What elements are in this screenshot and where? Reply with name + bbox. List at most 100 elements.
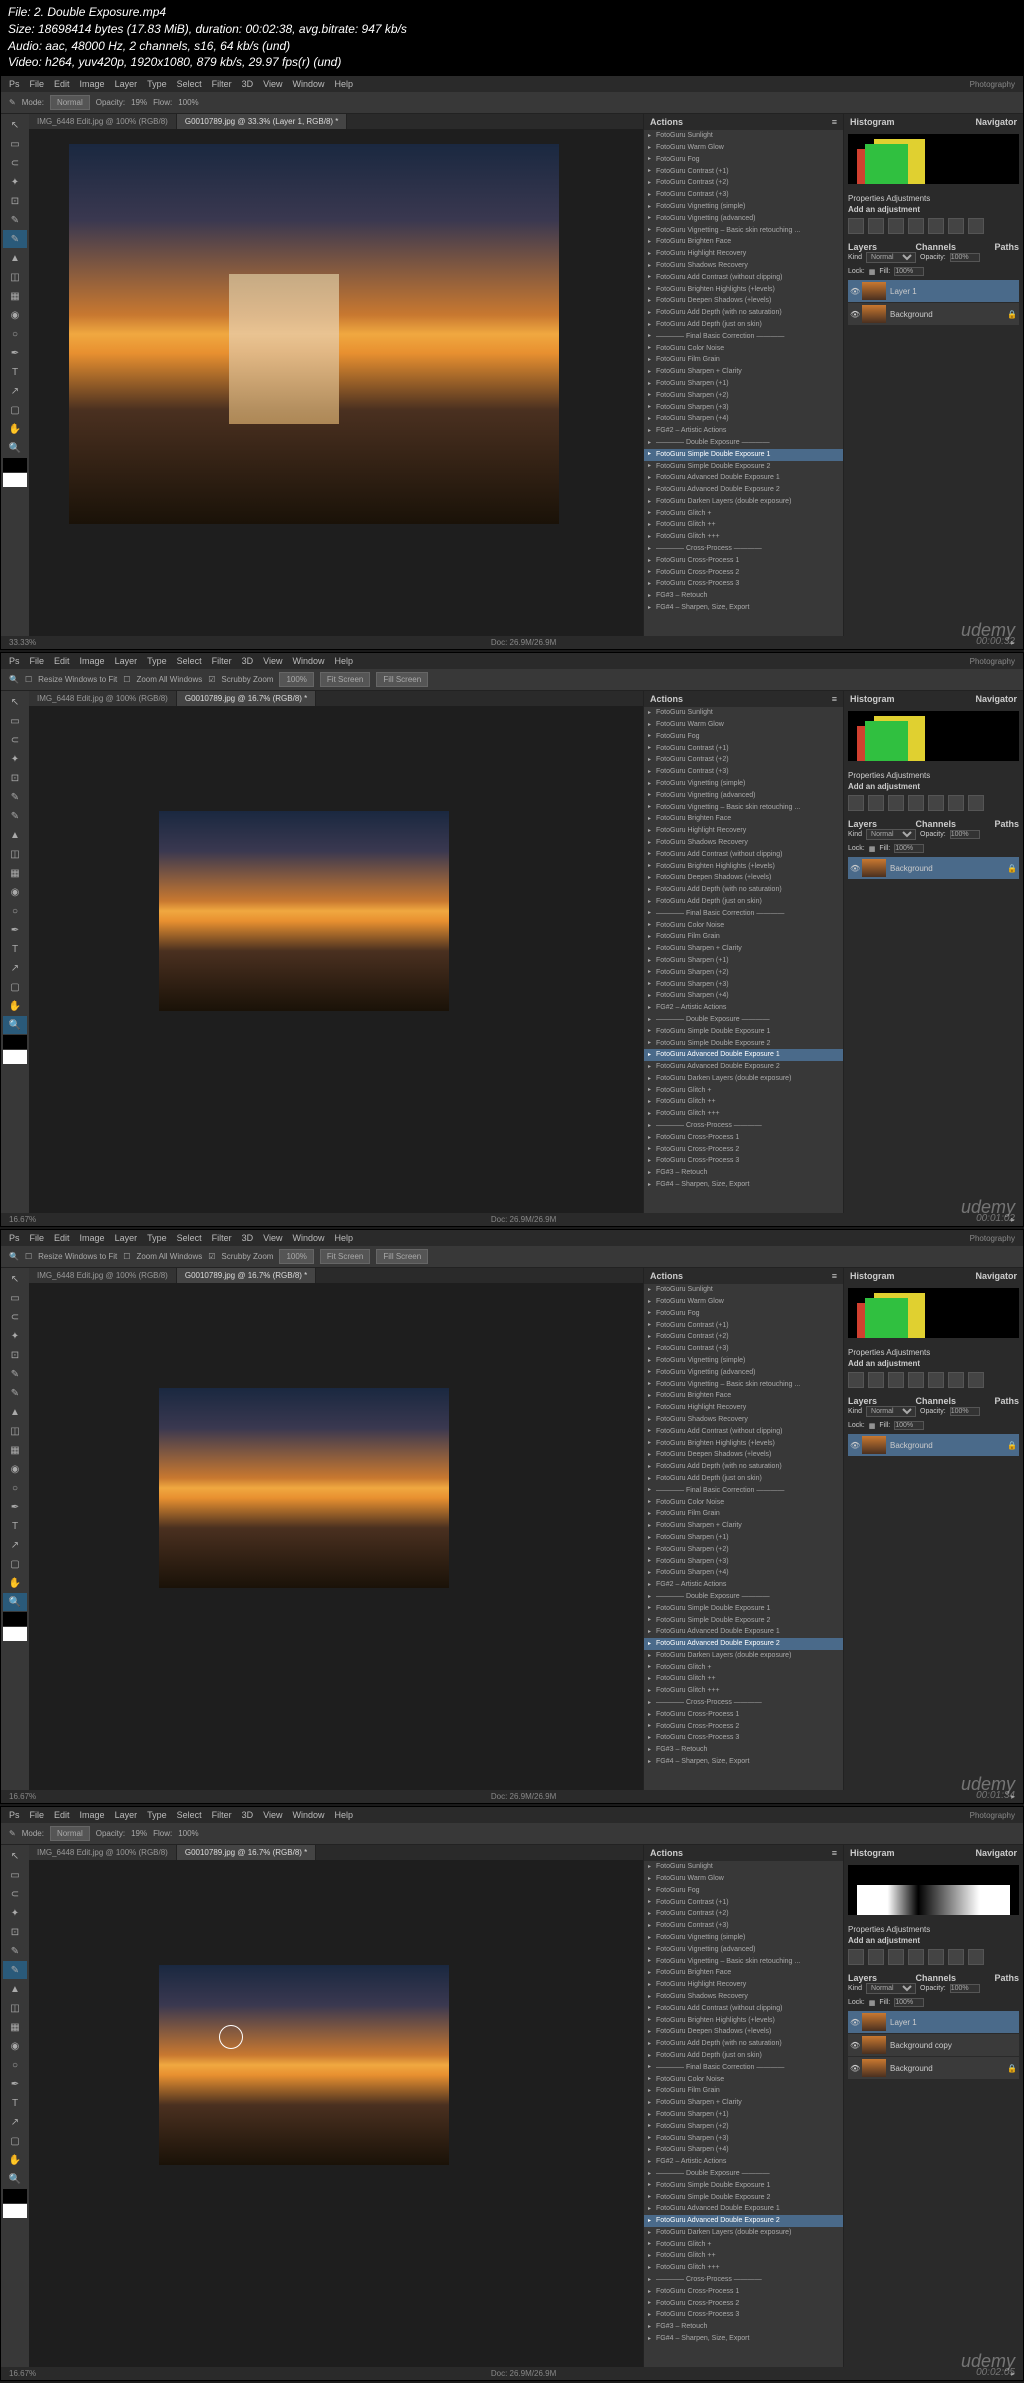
gradient-tool[interactable]: ▦ [3,287,27,305]
action-item[interactable]: ▸FotoGuru Sunlight [644,1284,843,1296]
action-item[interactable]: ▸FotoGuru Simple Double Exposure 2 [644,461,843,473]
action-item[interactable]: ▸FotoGuru Cross-Process 1 [644,1132,843,1144]
action-item[interactable]: ▸FotoGuru Simple Double Exposure 1 [644,1026,843,1038]
action-item[interactable]: ▸FotoGuru Highlight Recovery [644,825,843,837]
action-item[interactable]: ▸FotoGuru Vignetting – Basic skin retouc… [644,225,843,237]
action-item[interactable]: ▸FotoGuru Advanced Double Exposure 2 [644,2215,843,2227]
vibrance-icon[interactable] [928,218,944,234]
action-item[interactable]: ▸FotoGuru Glitch + [644,1085,843,1097]
curves-icon[interactable] [888,218,904,234]
action-item[interactable]: ▸———— Cross-Process ———— [644,1697,843,1709]
action-item[interactable]: ▸FotoGuru Add Depth (just on skin) [644,1473,843,1485]
action-item[interactable]: ▸FotoGuru Contrast (+1) [644,166,843,178]
action-item[interactable]: ▸FotoGuru Advanced Double Exposure 2 [644,1061,843,1073]
action-item[interactable]: ▸FotoGuru Color Noise [644,343,843,355]
action-item[interactable]: ▸FotoGuru Sharpen (+2) [644,1544,843,1556]
layer-item[interactable]: 👁Layer 1 [848,280,1019,302]
zoom-tool[interactable]: 🔍 [3,439,27,457]
action-item[interactable]: ▸FG#3 – Retouch [644,590,843,602]
action-item[interactable]: ▸FotoGuru Add Depth (just on skin) [644,2050,843,2062]
action-item[interactable]: ▸FotoGuru Advanced Double Exposure 2 [644,484,843,496]
action-item[interactable]: ▸FotoGuru Brighten Highlights (+levels) [644,1438,843,1450]
action-item[interactable]: ▸FotoGuru Contrast (+2) [644,1331,843,1343]
action-item[interactable]: ▸FotoGuru Simple Double Exposure 2 [644,2192,843,2204]
bw-icon[interactable] [968,218,984,234]
action-item[interactable]: ▸FotoGuru Warm Glow [644,719,843,731]
action-item[interactable]: ▸FotoGuru Sharpen + Clarity [644,943,843,955]
action-item[interactable]: ▸FotoGuru Film Grain [644,2085,843,2097]
action-item[interactable]: ▸FG#4 – Sharpen, Size, Export [644,1179,843,1191]
layer-item[interactable]: 👁Background🔒 [848,857,1019,879]
layer-item[interactable]: 👁Background🔒 [848,2057,1019,2079]
action-item[interactable]: ▸FotoGuru Brighten Face [644,813,843,825]
action-item[interactable]: ▸FotoGuru Highlight Recovery [644,1402,843,1414]
menubar[interactable]: PsFileEditImageLayerTypeSelectFilter3DVi… [1,1230,1023,1246]
action-item[interactable]: ▸FotoGuru Vignetting (advanced) [644,1944,843,1956]
canvas[interactable] [69,144,559,524]
action-item[interactable]: ▸FotoGuru Contrast (+2) [644,177,843,189]
action-item[interactable]: ▸FotoGuru Cross-Process 2 [644,2298,843,2310]
action-item[interactable]: ▸FotoGuru Darken Layers (double exposure… [644,1650,843,1662]
tab-2[interactable]: G0010789.jpg @ 33.3% (Layer 1, RGB/8) * [177,114,348,129]
action-item[interactable]: ▸———— Cross-Process ———— [644,543,843,555]
action-item[interactable]: ▸FotoGuru Vignetting (simple) [644,1355,843,1367]
action-item[interactable]: ▸FotoGuru Color Noise [644,1497,843,1509]
action-item[interactable]: ▸FotoGuru Glitch ++ [644,1096,843,1108]
action-item[interactable]: ▸FotoGuru Vignetting (advanced) [644,1367,843,1379]
action-item[interactable]: ▸FotoGuru Vignetting (simple) [644,778,843,790]
action-item[interactable]: ▸FotoGuru Sharpen (+2) [644,390,843,402]
action-item[interactable]: ▸FotoGuru Sharpen (+3) [644,402,843,414]
layer-item[interactable]: 👁Background🔒 [848,1434,1019,1456]
action-item[interactable]: ▸FotoGuru Glitch +++ [644,531,843,543]
action-item[interactable]: ▸FotoGuru Fog [644,731,843,743]
action-item[interactable]: ▸FotoGuru Shadows Recovery [644,1991,843,2003]
canvas[interactable] [159,811,449,1011]
action-item[interactable]: ▸FG#3 – Retouch [644,1167,843,1179]
action-item[interactable]: ▸FotoGuru Glitch +++ [644,2262,843,2274]
action-item[interactable]: ▸FotoGuru Sharpen + Clarity [644,366,843,378]
lasso-tool[interactable]: ⊂ [3,154,27,172]
action-item[interactable]: ▸FotoGuru Contrast (+2) [644,1908,843,1920]
action-item[interactable]: ▸FotoGuru Fog [644,154,843,166]
action-item[interactable]: ▸FotoGuru Advanced Double Exposure 1 [644,1049,843,1061]
action-item[interactable]: ▸FotoGuru Highlight Recovery [644,1979,843,1991]
action-item[interactable]: ▸FotoGuru Contrast (+3) [644,1920,843,1932]
actions-list[interactable]: ▸FotoGuru Sunlight▸FotoGuru Warm Glow▸Fo… [644,130,843,642]
action-item[interactable]: ▸FotoGuru Glitch + [644,2239,843,2251]
action-item[interactable]: ▸FotoGuru Simple Double Exposure 1 [644,1603,843,1615]
action-item[interactable]: ▸FotoGuru Warm Glow [644,1296,843,1308]
action-item[interactable]: ▸———— Final Basic Correction ———— [644,1485,843,1497]
action-item[interactable]: ▸FG#2 – Artistic Actions [644,1002,843,1014]
levels-icon[interactable] [868,218,884,234]
action-item[interactable]: ▸FotoGuru Vignetting (advanced) [644,213,843,225]
action-item[interactable]: ▸FotoGuru Darken Layers (double exposure… [644,2227,843,2239]
eraser-tool[interactable]: ◫ [3,268,27,286]
action-item[interactable]: ▸FotoGuru Add Contrast (without clipping… [644,849,843,861]
action-item[interactable]: ▸FotoGuru Brighten Face [644,1390,843,1402]
tab-1[interactable]: IMG_6448 Edit.jpg @ 100% (RGB/8) [29,114,177,129]
action-item[interactable]: ▸FotoGuru Sharpen (+2) [644,2121,843,2133]
move-tool[interactable]: ↖ [3,116,27,134]
action-item[interactable]: ▸FotoGuru Sharpen (+3) [644,2133,843,2145]
pen-tool[interactable]: ✒ [3,344,27,362]
layer-item[interactable]: 👁Background copy [848,2034,1019,2056]
action-item[interactable]: ▸FotoGuru Darken Layers (double exposure… [644,496,843,508]
path-tool[interactable]: ↗ [3,382,27,400]
brush-tool[interactable]: ✎ [3,230,27,248]
action-item[interactable]: ▸FotoGuru Color Noise [644,920,843,932]
menubar[interactable]: PsFileEditImageLayerTypeSelectFilter3DVi… [1,653,1023,669]
action-item[interactable]: ▸FotoGuru Sharpen (+3) [644,1556,843,1568]
action-item[interactable]: ▸FotoGuru Sharpen (+2) [644,967,843,979]
hand-tool[interactable]: ✋ [3,420,27,438]
action-item[interactable]: ▸FotoGuru Sharpen (+4) [644,413,843,425]
action-item[interactable]: ▸FotoGuru Sharpen (+4) [644,990,843,1002]
action-item[interactable]: ▸FotoGuru Cross-Process 3 [644,578,843,590]
canvas[interactable] [159,1965,449,2165]
action-item[interactable]: ▸———— Final Basic Correction ———— [644,331,843,343]
action-item[interactable]: ▸FG#2 – Artistic Actions [644,1579,843,1591]
swatch-fg[interactable] [3,458,27,472]
action-item[interactable]: ▸FotoGuru Contrast (+2) [644,754,843,766]
action-item[interactable]: ▸FotoGuru Brighten Highlights (+levels) [644,861,843,873]
action-item[interactable]: ▸FotoGuru Deepen Shadows (+levels) [644,872,843,884]
action-item[interactable]: ▸FotoGuru Darken Layers (double exposure… [644,1073,843,1085]
